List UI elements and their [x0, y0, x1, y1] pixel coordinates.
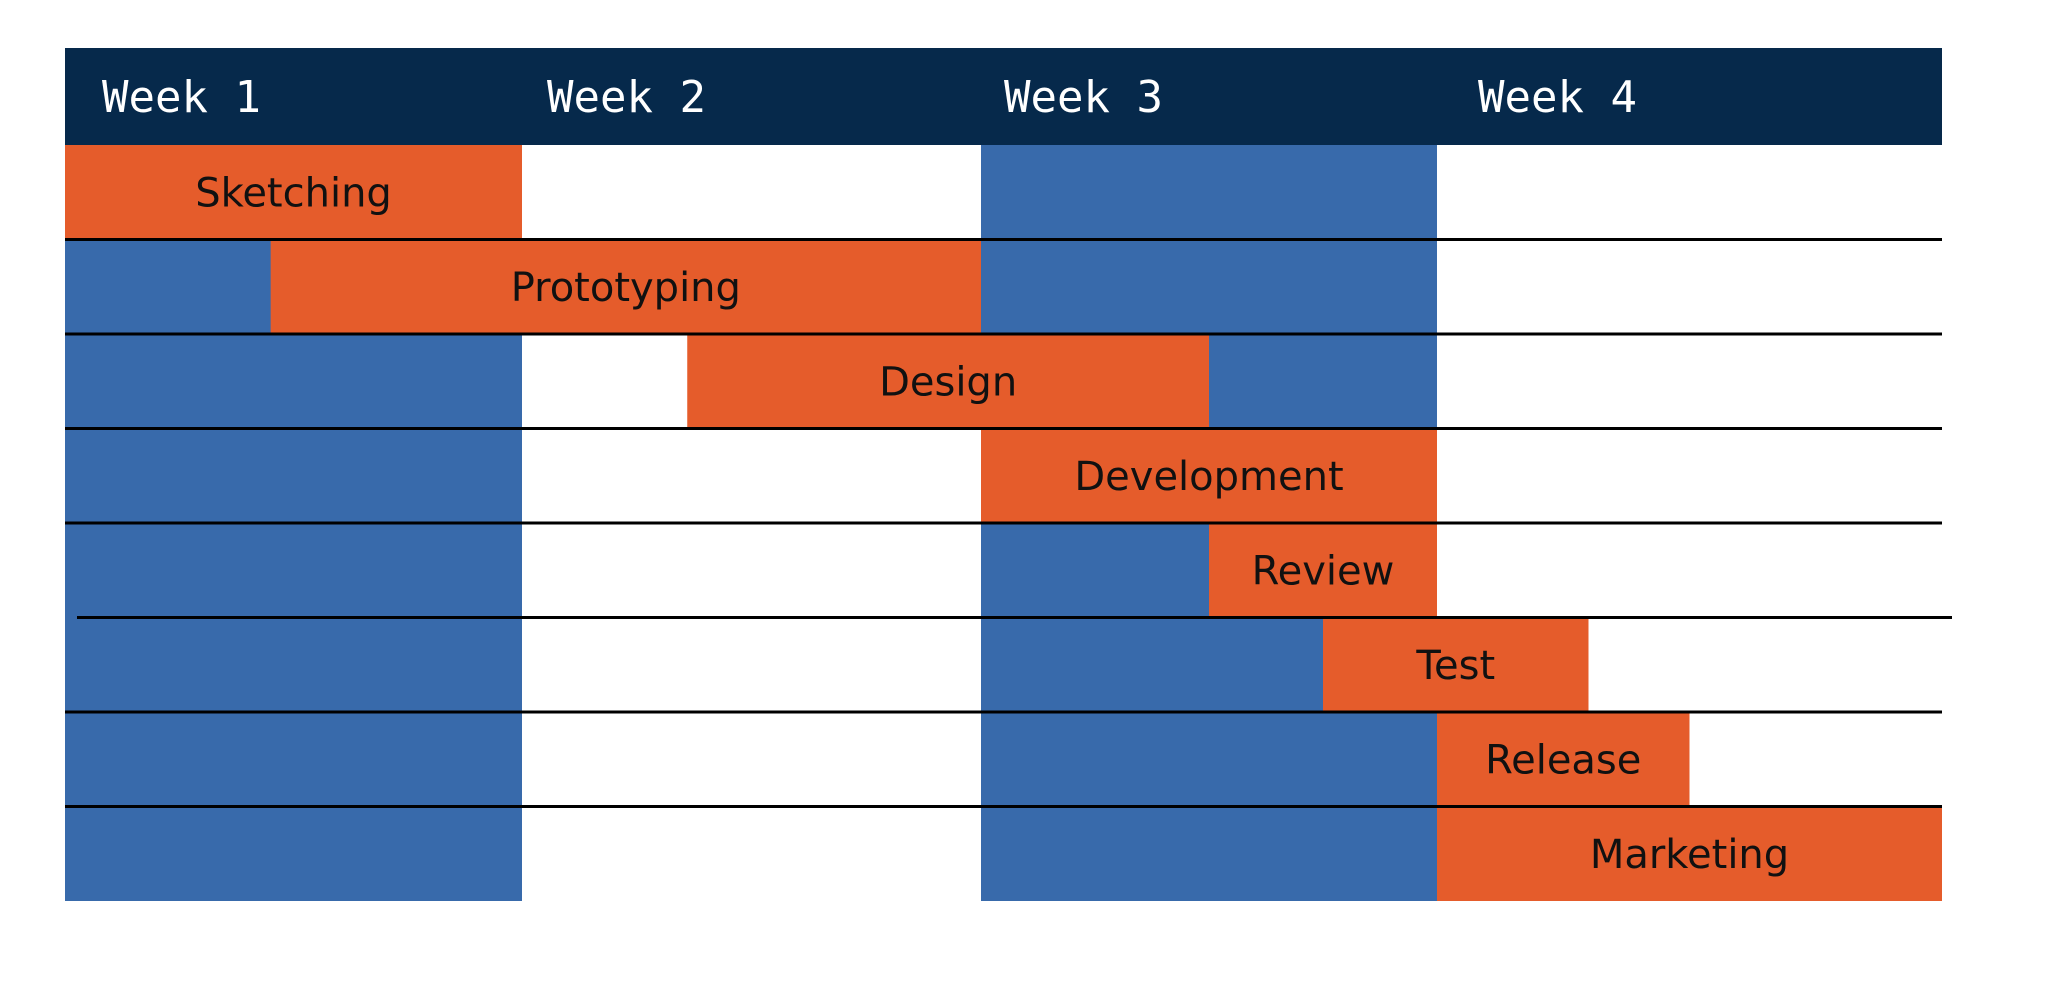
week-header-label: Week 4: [1478, 72, 1637, 123]
gantt-chart: Week 1 Week 2 Week 3 Week 4 Sketching Protot…: [65, 48, 1952, 901]
task-label: Review: [1252, 548, 1395, 594]
task-label: Release: [1485, 737, 1641, 783]
task-label: Marketing: [1590, 832, 1789, 878]
task-label: Prototyping: [511, 265, 741, 311]
task-label: Development: [1074, 454, 1343, 500]
task-label: Test: [1415, 643, 1495, 689]
week-header-label: Week 1: [102, 72, 261, 123]
week-header-label: Week 3: [1004, 72, 1163, 123]
week-header-label: Week 2: [547, 72, 706, 123]
task-label: Sketching: [195, 170, 392, 216]
task-label: Design: [879, 359, 1017, 405]
